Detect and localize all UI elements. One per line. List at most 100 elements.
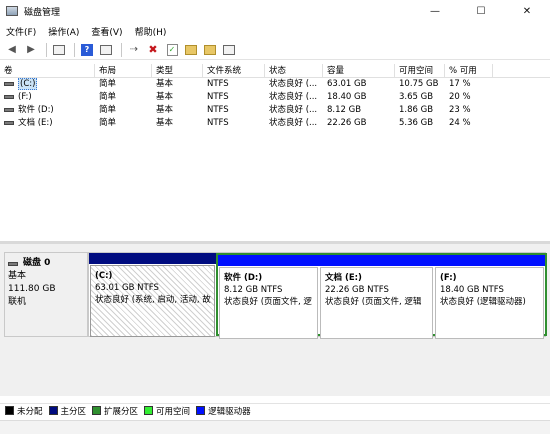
disk-size: 111.80 GB [8, 284, 56, 294]
legend-logical: 逻辑驱动器 [196, 405, 251, 417]
partition-body: (F:) 18.40 GB NTFS 状态良好 (逻辑驱动器) [435, 267, 544, 339]
back-arrow-icon[interactable]: ◀ [4, 42, 20, 58]
col-status[interactable]: 状态 [265, 63, 323, 78]
capacity-cell: 63.01 GB [327, 79, 367, 89]
volume-row[interactable]: (C:) 简单 基本 NTFS 状态良好 (... 63.01 GB 10.75… [0, 78, 550, 91]
legend-swatch [5, 406, 14, 415]
filesystem-cell: NTFS [207, 105, 229, 115]
partition-e[interactable]: 文档 (E:) 22.26 GB NTFS 状态良好 (页面文件, 逻辑 [319, 255, 434, 339]
menu-bar: 文件(F) 操作(A) 查看(V) 帮助(H) [0, 22, 550, 40]
drive-icon [4, 81, 14, 86]
volume-name: 文档 (E:) [18, 118, 53, 128]
disk-icon [8, 261, 18, 266]
volume-row[interactable]: 文档 (E:) 简单 基本 NTFS 状态良好 (... 22.26 GB 5.… [0, 117, 550, 130]
pct-cell: 23 % [449, 105, 471, 115]
col-type[interactable]: 类型 [152, 63, 203, 78]
layout-cell: 简单 [99, 92, 117, 102]
partition-d[interactable]: 软件 (D:) 8.12 GB NTFS 状态良好 (页面文件, 逻 [218, 255, 319, 339]
legend-label: 逻辑驱动器 [208, 406, 251, 417]
pct-cell: 24 % [449, 118, 471, 128]
disk-type: 基本 [8, 271, 27, 281]
logical-drive-bar [319, 255, 434, 266]
legend-label: 未分配 [17, 406, 43, 417]
partition-name: (C:) [95, 271, 113, 281]
check-icon[interactable]: ✓ [164, 42, 180, 58]
legend-extended: 扩展分区 [92, 405, 138, 417]
menu-help[interactable]: 帮助(H) [129, 25, 173, 38]
toolbar-separator [74, 42, 75, 57]
col-volume[interactable]: 卷 [0, 63, 95, 78]
close-button[interactable]: ✕ [504, 0, 550, 22]
partition-map: (C:) 63.01 GB NTFS 状态良好 (系统, 启动, 活动, 故 软… [88, 252, 547, 339]
disk-row: 磁盘 0 基本 111.80 GB 联机 (C:) 63.01 GB NTFS … [4, 252, 547, 339]
legend-swatch [196, 406, 206, 415]
connect-icon[interactable]: ⇢ [126, 42, 142, 58]
partition-size: 18.40 GB NTFS [440, 285, 504, 295]
disk-management-icon [6, 6, 18, 16]
volume-row[interactable]: (F:) 简单 基本 NTFS 状态良好 (... 18.40 GB 3.65 … [0, 91, 550, 104]
delete-icon[interactable]: ✖ [145, 42, 161, 58]
type-cell: 基本 [156, 92, 174, 102]
drive-icon [4, 94, 14, 99]
open-icon[interactable] [202, 42, 218, 58]
console-tree-icon[interactable] [51, 42, 67, 58]
maximize-button[interactable]: ☐ [458, 0, 504, 22]
volume-name: (C:) [18, 78, 38, 90]
partition-status: 状态良好 (系统, 启动, 活动, 故 [95, 295, 211, 305]
col-free[interactable]: 可用空间 [395, 63, 445, 78]
free-cell: 5.36 GB [399, 118, 434, 128]
help-icon[interactable]: ? [79, 42, 95, 58]
partition-f[interactable]: (F:) 18.40 GB NTFS 状态良好 (逻辑驱动器) [434, 255, 545, 339]
forward-arrow-icon[interactable]: ▶ [23, 42, 39, 58]
col-pct-free[interactable]: % 可用 [445, 63, 493, 78]
volume-name-cell: (F:) [0, 91, 95, 104]
volume-name-cell: 文档 (E:) [0, 117, 95, 130]
console-icon[interactable] [221, 42, 237, 58]
col-filesystem[interactable]: 文件系统 [203, 63, 265, 78]
free-cell: 3.65 GB [399, 92, 434, 102]
status-bar [0, 420, 550, 434]
pct-cell: 20 % [449, 92, 471, 102]
legend-swatch [92, 406, 102, 415]
legend: 未分配 主分区 扩展分区 可用空间 逻辑驱动器 [0, 403, 550, 417]
menu-file[interactable]: 文件(F) [0, 25, 42, 38]
menu-view[interactable]: 查看(V) [85, 25, 128, 38]
toolbar-separator [121, 42, 122, 57]
col-layout[interactable]: 布局 [95, 63, 152, 78]
col-capacity[interactable]: 容量 [323, 63, 395, 78]
extended-partition[interactable]: 软件 (D:) 8.12 GB NTFS 状态良好 (页面文件, 逻 文档 (E… [216, 253, 547, 339]
volume-row[interactable]: 软件 (D:) 简单 基本 NTFS 状态良好 (... 8.12 GB 1.8… [0, 104, 550, 117]
partition-name: (F:) [440, 273, 457, 283]
title-bar: 磁盘管理 — ☐ ✕ [0, 0, 550, 22]
partition-size: 63.01 GB NTFS [95, 283, 159, 293]
partition-size: 22.26 GB NTFS [325, 285, 389, 295]
layout-cell: 简单 [99, 105, 117, 115]
drive-icon [4, 107, 14, 112]
status-cell: 状态良好 (... [269, 105, 318, 115]
volume-list: 卷 布局 类型 文件系统 状态 容量 可用空间 % 可用 (C:) 简单 基本 … [0, 63, 550, 239]
disk-label[interactable]: 磁盘 0 基本 111.80 GB 联机 [4, 252, 88, 337]
menu-action[interactable]: 操作(A) [42, 25, 85, 38]
partition-size: 8.12 GB NTFS [224, 285, 283, 295]
volume-name-cell: (C:) [0, 78, 95, 91]
disk-graphical-view: 磁盘 0 基本 111.80 GB 联机 (C:) 63.01 GB NTFS … [0, 244, 550, 396]
partition-c[interactable]: (C:) 63.01 GB NTFS 状态良好 (系统, 启动, 活动, 故 [89, 253, 216, 337]
status-cell: 状态良好 (... [269, 92, 318, 102]
layout-cell: 简单 [99, 118, 117, 128]
legend-unallocated: 未分配 [5, 405, 43, 417]
logical-drive-bar [218, 255, 319, 266]
window-controls: — ☐ ✕ [412, 0, 550, 22]
legend-free-space: 可用空间 [144, 405, 190, 417]
capacity-cell: 8.12 GB [327, 105, 362, 115]
status-cell: 状态良好 (... [269, 118, 318, 128]
toolbar: ◀ ▶ ? ⇢ ✖ ✓ [0, 40, 550, 60]
partition-name: 文档 (E:) [325, 273, 362, 283]
legend-label: 扩展分区 [104, 406, 139, 417]
status-cell: 状态良好 (... [269, 79, 318, 89]
minimize-button[interactable]: — [412, 0, 458, 22]
folder-up-icon[interactable] [183, 42, 199, 58]
properties-icon[interactable] [98, 42, 114, 58]
partition-status: 状态良好 (逻辑驱动器) [440, 297, 526, 307]
partition-name: 软件 (D:) [224, 273, 263, 283]
window-title: 磁盘管理 [24, 7, 61, 18]
